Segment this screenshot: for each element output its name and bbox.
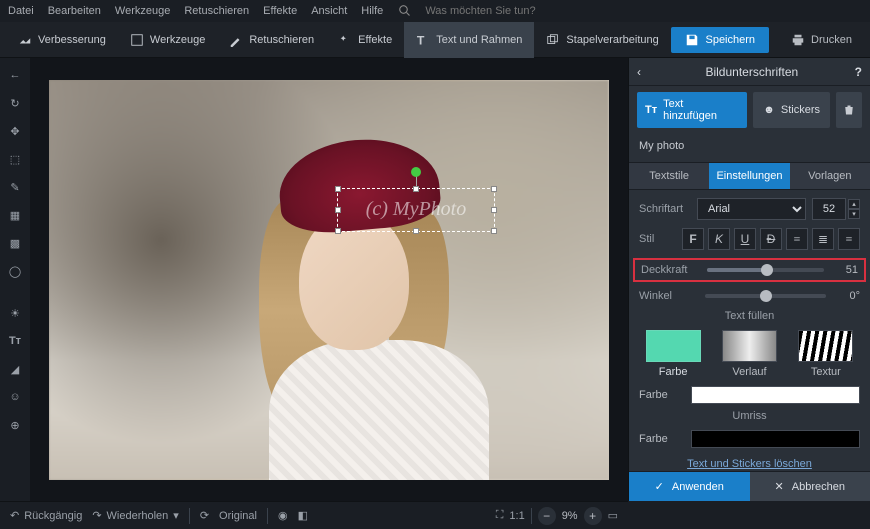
italic-button[interactable]: K [708, 228, 730, 250]
fit-button[interactable]: ⛶ [496, 509, 504, 522]
delete-all-link[interactable]: Text und Stickers löschen [687, 458, 812, 470]
add-text-button[interactable]: TᴛText hinzufügen [637, 92, 747, 128]
shape-icon[interactable]: ◯ [6, 262, 24, 280]
tab-settings[interactable]: Einstellungen [709, 163, 789, 189]
bold-button[interactable]: F [682, 228, 704, 250]
toolbar-retouch[interactable]: Retuschieren [217, 22, 326, 58]
panel-tabs: Textstile Einstellungen Vorlagen [629, 162, 870, 190]
angle-thumb[interactable] [760, 290, 772, 302]
font-label: Schriftart [639, 203, 697, 215]
cancel-button[interactable]: ✕Abbrechen [750, 472, 870, 501]
crop-icon[interactable]: ⬚ [6, 150, 24, 168]
navigator-button[interactable]: ▭ [608, 509, 618, 522]
search-input[interactable] [425, 5, 565, 17]
text-tool-icon[interactable]: Tᴛ [6, 332, 24, 350]
help-icon[interactable]: ? [855, 65, 862, 79]
globe-icon[interactable]: ⊕ [6, 416, 24, 434]
canvas-area: (c) MyPhoto [30, 58, 628, 501]
align-center-button[interactable]: ≣ [812, 228, 834, 250]
bucket-icon[interactable]: ◢ [6, 360, 24, 378]
align-right-button[interactable]: ≡ [838, 228, 860, 250]
panel-back-icon[interactable]: ‹ [637, 65, 641, 79]
align-left-button[interactable]: ≡ [786, 228, 808, 250]
opacity-slider[interactable] [707, 268, 824, 272]
underline-button[interactable]: U [734, 228, 756, 250]
angle-slider[interactable] [705, 294, 826, 298]
print-button[interactable]: Drucken [779, 27, 864, 53]
status-bar: ↶ Rückgängig ↷ Wiederholen ▾ ⟳ Original … [0, 501, 628, 529]
menu-view[interactable]: Ansicht [311, 5, 347, 17]
canvas[interactable]: (c) MyPhoto [49, 80, 609, 480]
opacity-value: 51 [832, 264, 858, 276]
toolbar-text-frames[interactable]: TText und Rahmen [404, 22, 534, 58]
watermark-text[interactable]: (c) MyPhoto [338, 189, 494, 231]
light-icon[interactable]: ☀ [6, 304, 24, 322]
size-up[interactable]: ▴ [848, 199, 860, 209]
face-icon[interactable]: ☺ [6, 388, 24, 406]
opacity-row-highlight: Deckkraft 51 [633, 258, 866, 282]
original-button[interactable]: Original [219, 510, 257, 522]
menu-bar: Datei Bearbeiten Werkzeuge Retuschieren … [0, 0, 870, 22]
fill-color-swatch[interactable] [691, 386, 860, 404]
reset-button[interactable]: ⟳ [200, 509, 209, 522]
undo-button[interactable]: ↶ Rückgängig [10, 509, 82, 522]
menu-tools[interactable]: Werkzeuge [115, 5, 170, 17]
fill-color-label: Farbe [639, 389, 691, 401]
menu-retouch[interactable]: Retuschieren [184, 5, 249, 17]
main-toolbar: Verbesserung Werkzeuge Retuschieren Effe… [0, 22, 870, 58]
size-down[interactable]: ▾ [848, 209, 860, 219]
panel-title: Bildunterschriften [649, 65, 855, 79]
left-toolbar: ← ↻ ✥ ⬚ ✎ ▦ ▩ ◯ ☀ Tᴛ ◢ ☺ ⊕ [0, 58, 30, 501]
svg-text:T: T [417, 33, 425, 47]
font-select[interactable]: Arial [697, 198, 806, 220]
stamp-icon[interactable]: ✥ [6, 122, 24, 140]
back-icon[interactable]: ← [6, 66, 24, 84]
zoom-value: 9% [562, 510, 578, 522]
search-icon [399, 5, 411, 17]
angle-label: Winkel [639, 290, 697, 302]
outline-color-swatch[interactable] [691, 430, 860, 448]
menu-help[interactable]: Hilfe [361, 5, 383, 17]
strike-button[interactable]: Đ [760, 228, 782, 250]
apply-button[interactable]: ✓Anwenden [629, 472, 750, 501]
tab-text-styles[interactable]: Textstile [629, 163, 709, 189]
delete-layer-button[interactable] [836, 92, 862, 128]
layer-name[interactable]: My photo [629, 134, 870, 158]
save-button[interactable]: Speichern [671, 27, 769, 53]
font-size-input[interactable] [812, 198, 846, 220]
toolbar-tools[interactable]: Werkzeuge [118, 22, 217, 58]
gradient-icon[interactable]: ▦ [6, 206, 24, 224]
style-label: Stil [639, 233, 682, 245]
fill-texture-option[interactable]: Textur [792, 330, 860, 378]
zoom-out-button[interactable]: − [538, 507, 556, 525]
toolbar-effects[interactable]: Effekte [326, 22, 404, 58]
redo-button[interactable]: ↷ Wiederholen ▾ [92, 509, 179, 522]
menu-effects[interactable]: Effekte [263, 5, 297, 17]
fill-section-title: Text füllen [639, 310, 860, 322]
grid-icon[interactable]: ▩ [6, 234, 24, 252]
tab-templates[interactable]: Vorlagen [790, 163, 870, 189]
outline-color-label: Farbe [639, 433, 691, 445]
stickers-button[interactable]: ☻Stickers [753, 92, 830, 128]
menu-edit[interactable]: Bearbeiten [48, 5, 101, 17]
rotate-icon[interactable]: ↻ [6, 94, 24, 112]
preview-button[interactable]: ◉ [278, 509, 288, 522]
toolbar-batch[interactable]: Stapelverarbeitung [534, 22, 670, 58]
outline-section-title: Umriss [639, 410, 860, 422]
opacity-label: Deckkraft [641, 264, 699, 276]
rotate-handle[interactable] [411, 167, 421, 177]
angle-value: 0° [834, 290, 860, 302]
menu-file[interactable]: Datei [8, 5, 34, 17]
text-selection-box[interactable]: (c) MyPhoto [337, 188, 495, 232]
actual-size-button[interactable]: 1:1 [509, 510, 524, 522]
fill-gradient-option[interactable]: Verlauf [715, 330, 783, 378]
opacity-thumb[interactable] [761, 264, 773, 276]
zoom-in-button[interactable]: + [584, 507, 602, 525]
fill-color-option[interactable]: Farbe [639, 330, 707, 378]
toolbar-enhance[interactable]: Verbesserung [6, 22, 118, 58]
compare-button[interactable]: ◧ [298, 509, 308, 522]
brush-icon[interactable]: ✎ [6, 178, 24, 196]
right-panel: ‹ Bildunterschriften ? TᴛText hinzufügen… [628, 58, 870, 501]
